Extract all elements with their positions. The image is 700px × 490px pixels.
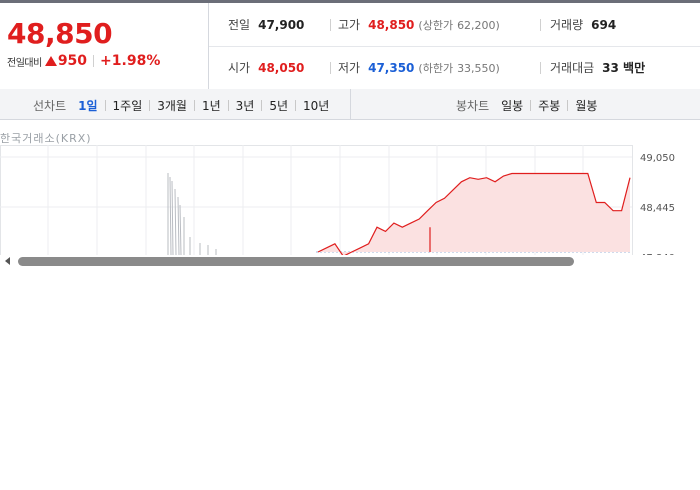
chart-svg: 49,050 48,445 47,840 xyxy=(0,145,675,255)
divider xyxy=(330,19,331,31)
line-period-6[interactable]: 10년 xyxy=(303,97,329,114)
high-price: 고가 48,850 (상한가 62,200) xyxy=(338,18,500,32)
price-change: 전일대비 950 +1.98% xyxy=(7,53,160,69)
change-percent: +1.98% xyxy=(100,53,161,69)
y-tick-label-1: 48,445 xyxy=(640,203,675,214)
divider xyxy=(104,100,106,111)
change-amount: 950 xyxy=(57,53,88,69)
row-divider xyxy=(209,46,700,47)
divider xyxy=(93,55,95,67)
line-chart-period-row: 선차트 1일 1주일 3개월 1년 3년 5년 10년 xyxy=(33,97,329,114)
y-tick-label-2: 47,840 xyxy=(640,253,675,255)
candle-chart-title: 봉차트 xyxy=(456,99,490,113)
line-period-4[interactable]: 3년 xyxy=(236,97,255,114)
price-box: 48,850 전일대비 950 +1.98% xyxy=(0,3,209,89)
volume: 거래량 694 xyxy=(550,18,617,32)
divider xyxy=(261,100,263,111)
candle-period-1[interactable]: 주봉 xyxy=(538,97,560,114)
y-tick-label-0: 49,050 xyxy=(640,153,675,164)
candle-period-2[interactable]: 월봉 xyxy=(575,97,597,114)
divider xyxy=(149,100,151,111)
divider xyxy=(193,100,195,111)
divider xyxy=(330,62,331,74)
prev-close: 전일 47,900 xyxy=(228,18,305,32)
divider xyxy=(295,100,297,111)
candle-chart-period-row: 봉차트 일봉 주봉 월봉 xyxy=(456,97,597,114)
line-period-0[interactable]: 1일 xyxy=(78,97,97,114)
horizontal-scrollbar-thumb[interactable] xyxy=(18,257,574,266)
scroll-left-arrow-icon[interactable] xyxy=(5,257,10,265)
change-label: 전일대비 xyxy=(7,57,42,69)
divider xyxy=(227,100,229,111)
empty-area xyxy=(0,268,700,490)
chart-toolbar: 선차트 1일 1주일 3개월 1년 3년 5년 10년 봉차트 일봉 주봉 월봉 xyxy=(0,89,700,120)
divider xyxy=(540,62,541,74)
market-label: 한국거래소(KRX) xyxy=(0,132,92,145)
price-area xyxy=(318,173,630,255)
line-period-3[interactable]: 1년 xyxy=(202,97,221,114)
intraday-chart: 49,050 48,445 47,840 xyxy=(0,145,700,255)
divider xyxy=(540,19,541,31)
current-price: 48,850 xyxy=(7,17,113,50)
pre-market-ticks xyxy=(167,173,217,255)
line-period-1[interactable]: 1주일 xyxy=(113,97,143,114)
line-chart-tabs: 선차트 1일 1주일 3개월 1년 3년 5년 10년 xyxy=(0,89,351,119)
divider xyxy=(530,100,532,111)
candle-period-0[interactable]: 일봉 xyxy=(501,97,523,114)
divider xyxy=(567,100,569,111)
line-chart-title: 선차트 xyxy=(33,99,67,113)
turnover: 거래대금 33 백만 xyxy=(550,61,646,75)
line-period-2[interactable]: 3개월 xyxy=(157,97,187,114)
up-triangle-icon xyxy=(44,56,57,66)
open-price: 시가 48,050 xyxy=(228,61,305,75)
low-price: 저가 47,350 (하한가 33,550) xyxy=(338,61,500,75)
line-period-5[interactable]: 5년 xyxy=(269,97,288,114)
quote-panel: 48,850 전일대비 950 +1.98% 전일 47,900 고가 48,8… xyxy=(0,3,700,90)
